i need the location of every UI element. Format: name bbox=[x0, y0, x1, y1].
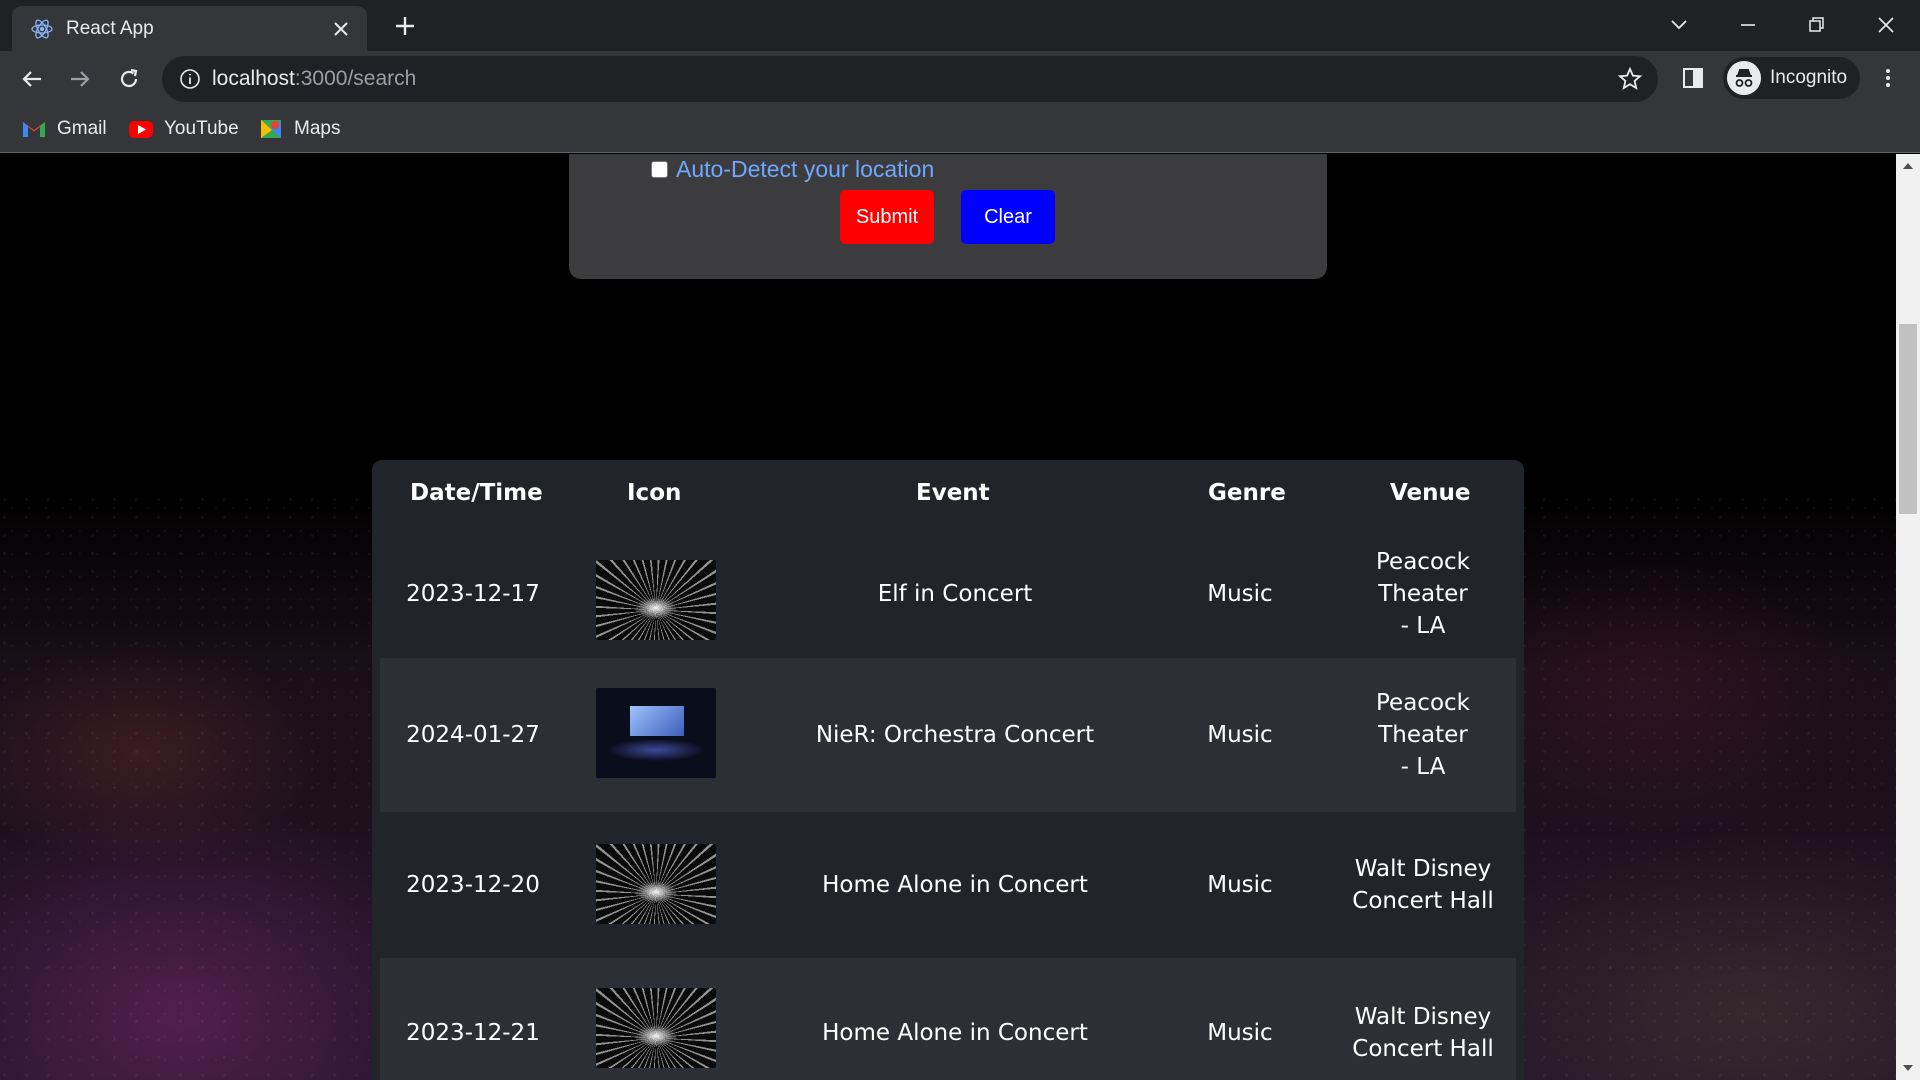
header-genre: Genre bbox=[1208, 480, 1286, 506]
table-header: Date/Time Icon Event Genre Venue bbox=[372, 460, 1524, 530]
reload-icon[interactable] bbox=[114, 64, 144, 94]
event-cell[interactable]: Elf in Concert bbox=[800, 530, 1110, 658]
genre-cell: Music bbox=[1207, 581, 1273, 607]
address-bar[interactable]: localhost:3000/search bbox=[162, 56, 1658, 102]
orchestra-screen-image bbox=[596, 688, 716, 778]
kebab-menu-icon[interactable] bbox=[1873, 63, 1903, 93]
browser-toolbar: localhost:3000/search Incognito bbox=[0, 51, 1920, 106]
venue-line: Peacock Theater bbox=[1376, 690, 1470, 748]
table-row[interactable]: 2023-12-17 Elf in Concert Music Peacock … bbox=[380, 530, 1516, 658]
youtube-icon bbox=[129, 121, 153, 138]
header-icon: Icon bbox=[627, 480, 682, 506]
table-row[interactable]: 2023-12-20 Home Alone in Concert Music W… bbox=[380, 812, 1516, 958]
close-window-icon[interactable] bbox=[1871, 10, 1901, 40]
minimize-icon[interactable] bbox=[1733, 10, 1763, 40]
bookmark-gmail[interactable]: Gmail bbox=[21, 115, 107, 143]
info-icon[interactable] bbox=[178, 67, 202, 91]
venue-line: Concert Hall bbox=[1352, 888, 1494, 914]
bookmark-label: YouTube bbox=[164, 118, 239, 139]
page-viewport: Auto-Detect your location Submit Clear D… bbox=[0, 154, 1896, 1080]
bookmarks-bar: Gmail YouTube Maps bbox=[0, 106, 1920, 153]
tab-title: React App bbox=[66, 18, 154, 39]
bookmark-label: Gmail bbox=[57, 118, 107, 139]
thumb-screen bbox=[630, 706, 684, 736]
concert-stage-image bbox=[596, 844, 716, 924]
date-cell: 2023-12-20 bbox=[406, 872, 540, 898]
header-venue: Venue bbox=[1390, 480, 1471, 506]
react-logo-icon bbox=[31, 19, 53, 39]
tab-search-icon[interactable] bbox=[1664, 10, 1694, 40]
autodetect-checkbox[interactable] bbox=[651, 161, 668, 178]
maps-icon bbox=[261, 120, 281, 138]
venue-cell: Walt Disney Concert Hall bbox=[1330, 812, 1516, 958]
tab-strip: React App bbox=[0, 0, 1920, 51]
forward-arrow-icon[interactable] bbox=[65, 64, 95, 94]
genre-cell: Music bbox=[1207, 872, 1273, 898]
concert-stage-image bbox=[596, 560, 716, 640]
incognito-label: Incognito bbox=[1770, 67, 1848, 88]
table-row[interactable]: 2023-12-21 Home Alone in Concert Music W… bbox=[380, 958, 1516, 1080]
venue-line: - LA bbox=[1400, 754, 1446, 780]
url-path: :3000/search bbox=[294, 67, 417, 90]
restore-icon[interactable] bbox=[1801, 10, 1831, 40]
header-event: Event bbox=[916, 480, 990, 506]
tab-react-app[interactable]: React App bbox=[12, 6, 367, 51]
event-cell[interactable]: Home Alone in Concert bbox=[800, 812, 1110, 958]
incognito-profile-button[interactable]: Incognito bbox=[1723, 57, 1860, 99]
event-cell[interactable]: Home Alone in Concert bbox=[800, 958, 1110, 1080]
venue-cell: Peacock Theater - LA bbox=[1330, 530, 1516, 658]
url-host: localhost bbox=[212, 67, 295, 90]
results-table: Date/Time Icon Event Genre Venue 2023-12… bbox=[372, 460, 1524, 1080]
venue-line: Concert Hall bbox=[1352, 1036, 1494, 1062]
back-arrow-icon[interactable] bbox=[17, 64, 47, 94]
date-cell: 2023-12-21 bbox=[406, 1020, 540, 1046]
autodetect-option[interactable]: Auto-Detect your location bbox=[651, 156, 934, 183]
table-row[interactable]: 2024-01-27 NieR: Orchestra Concert Music… bbox=[380, 658, 1516, 812]
scroll-down-icon[interactable] bbox=[1902, 1062, 1914, 1074]
incognito-icon bbox=[1727, 61, 1761, 95]
clear-button[interactable]: Clear bbox=[961, 190, 1055, 244]
gmail-icon bbox=[23, 122, 45, 137]
bookmark-star-icon[interactable] bbox=[1616, 65, 1644, 93]
genre-cell: Music bbox=[1207, 1020, 1273, 1046]
bookmark-youtube[interactable]: YouTube bbox=[128, 115, 239, 143]
genre-cell: Music bbox=[1207, 722, 1273, 748]
search-form: Auto-Detect your location Submit Clear bbox=[569, 154, 1327, 279]
thumb-crowd bbox=[596, 740, 716, 778]
scroll-thumb[interactable] bbox=[1899, 324, 1917, 514]
bookmark-label: Maps bbox=[294, 118, 341, 139]
autodetect-label[interactable]: Auto-Detect your location bbox=[676, 156, 934, 183]
venue-line: - LA bbox=[1400, 613, 1446, 639]
bookmark-maps[interactable]: Maps bbox=[258, 115, 340, 143]
new-tab-icon[interactable] bbox=[392, 13, 418, 39]
header-datetime: Date/Time bbox=[410, 480, 543, 506]
concert-stage-image bbox=[596, 988, 716, 1068]
submit-button[interactable]: Submit bbox=[840, 190, 934, 244]
date-cell: 2023-12-17 bbox=[406, 581, 540, 607]
url-text: localhost:3000/search bbox=[212, 67, 416, 91]
venue-cell: Walt Disney Concert Hall bbox=[1330, 958, 1516, 1080]
side-panel-icon[interactable] bbox=[1678, 63, 1708, 93]
venue-line: Walt Disney bbox=[1354, 1004, 1492, 1030]
scroll-up-icon[interactable] bbox=[1902, 160, 1914, 172]
close-tab-icon[interactable] bbox=[329, 17, 353, 41]
venue-line: Walt Disney bbox=[1354, 856, 1492, 882]
venue-cell: Peacock Theater - LA bbox=[1330, 658, 1516, 812]
date-cell: 2024-01-27 bbox=[406, 722, 540, 748]
vertical-scrollbar[interactable] bbox=[1896, 154, 1920, 1080]
event-cell[interactable]: NieR: Orchestra Concert bbox=[800, 658, 1110, 812]
venue-line: Peacock Theater bbox=[1376, 549, 1470, 607]
